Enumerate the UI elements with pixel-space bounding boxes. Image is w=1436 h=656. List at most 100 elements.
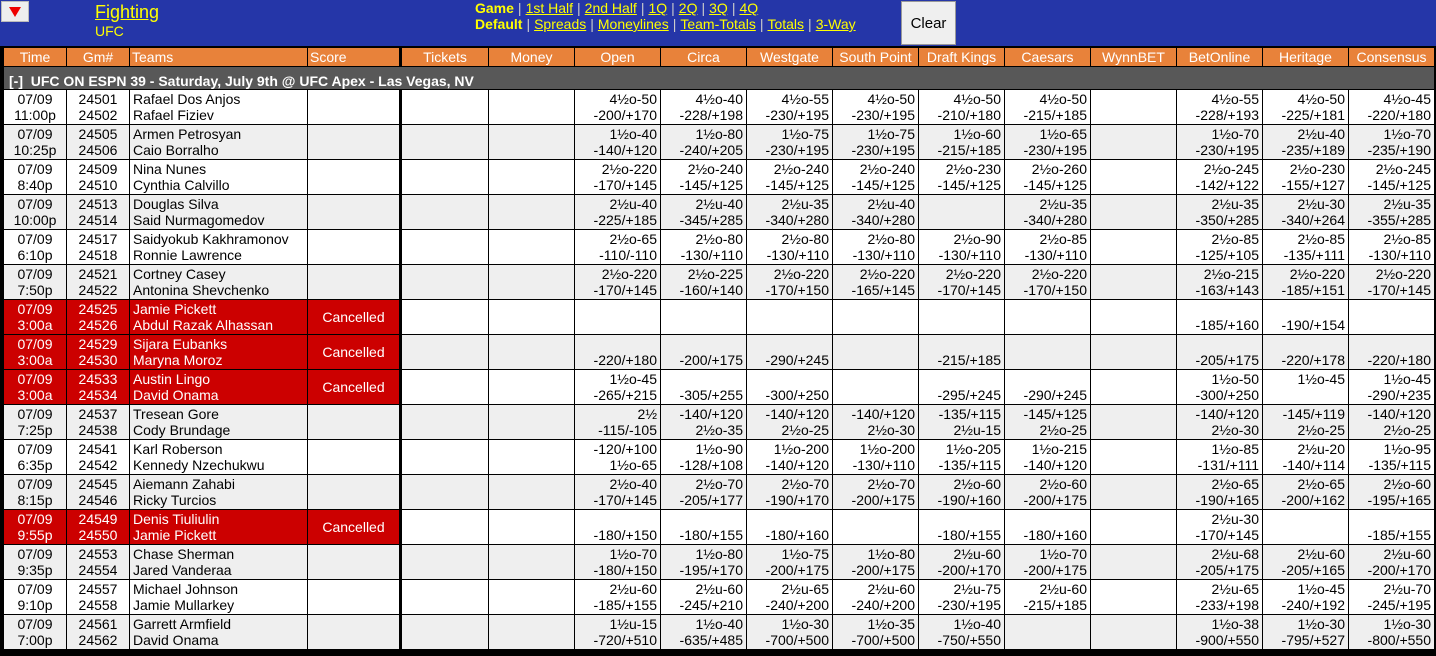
odds-wynnbet-bottom[interactable] bbox=[1094, 142, 1173, 158]
team-names-top[interactable]: Chase Sherman bbox=[133, 546, 304, 562]
odds-draft-kings-top[interactable]: -135/+115 bbox=[922, 406, 1001, 422]
odds-open-bottom[interactable]: -170/+145 bbox=[578, 282, 657, 298]
odds-heritage-bottom[interactable]: -185/+151 bbox=[1266, 282, 1345, 298]
odds-circa-bottom[interactable]: -345/+285 bbox=[664, 212, 743, 228]
odds-heritage[interactable]: -190/+154 bbox=[1262, 299, 1349, 335]
odds-south-point[interactable]: 1½o-75 -230/+195 bbox=[832, 124, 919, 160]
odds-south-point-bottom[interactable]: -200/+175 bbox=[836, 562, 915, 578]
odds-heritage[interactable]: 2½o-65 -200/+162 bbox=[1262, 474, 1349, 510]
odds-open[interactable] bbox=[574, 299, 661, 335]
odds-circa-bottom[interactable] bbox=[664, 317, 743, 333]
odds-south-point-top[interactable]: 4½o-50 bbox=[836, 91, 915, 107]
odds-wynnbet[interactable] bbox=[1090, 264, 1177, 300]
odds-wynnbet-top[interactable] bbox=[1094, 301, 1173, 317]
odds-heritage[interactable]: -220/+178 bbox=[1262, 334, 1349, 370]
odds-heritage-bottom[interactable]: 2½o-25 bbox=[1266, 422, 1345, 438]
odds-wynnbet-top[interactable] bbox=[1094, 546, 1173, 562]
odds-betonline-bottom[interactable]: -131/+111 bbox=[1180, 457, 1259, 473]
odds-consensus-bottom[interactable]: -145/+125 bbox=[1352, 177, 1431, 193]
odds-wynnbet[interactable] bbox=[1090, 614, 1177, 650]
odds-draft-kings-bottom[interactable]: -230/+195 bbox=[922, 597, 1001, 613]
odds-heritage-bottom[interactable] bbox=[1266, 527, 1345, 543]
odds-draft-kings-top[interactable]: 4½o-50 bbox=[922, 91, 1001, 107]
team-names[interactable]: Jamie Pickett Abdul Razak Alhassan bbox=[129, 299, 308, 335]
odds-circa-top[interactable] bbox=[664, 511, 743, 527]
col-game-number[interactable]: Gm# bbox=[66, 48, 130, 67]
odds-westgate[interactable]: 2½o-70 -190/+170 bbox=[746, 474, 833, 510]
odds-consensus-bottom[interactable]: -135/+115 bbox=[1352, 457, 1431, 473]
odds-consensus-top[interactable]: 2½o-85 bbox=[1352, 231, 1431, 247]
odds-circa-top[interactable] bbox=[664, 371, 743, 387]
odds-betonline[interactable]: 1½o-50 -300/+250 bbox=[1176, 369, 1263, 405]
odds-draft-kings-bottom[interactable]: -180/+155 bbox=[922, 527, 1001, 543]
team-names[interactable]: Michael Johnson Jamie Mullarkey bbox=[129, 579, 308, 615]
odds-consensus-bottom[interactable] bbox=[1352, 317, 1431, 333]
odds-circa-bottom[interactable]: -228/+198 bbox=[664, 107, 743, 123]
odds-consensus-bottom[interactable]: -195/+165 bbox=[1352, 492, 1431, 508]
odds-wynnbet[interactable] bbox=[1090, 509, 1177, 545]
odds-caesars-top[interactable]: 2½o-60 bbox=[1008, 476, 1087, 492]
odds-betonline-bottom[interactable]: -205/+175 bbox=[1180, 352, 1259, 368]
team-names-top[interactable]: Aiemann Zahabi bbox=[133, 476, 304, 492]
odds-draft-kings-bottom[interactable]: -295/+245 bbox=[922, 387, 1001, 403]
odds-open-bottom[interactable]: -720/+510 bbox=[578, 632, 657, 648]
odds-open-bottom[interactable]: -180/+150 bbox=[578, 562, 657, 578]
odds-circa[interactable]: -140/+120 2½o-35 bbox=[660, 404, 747, 440]
view-link-spreads[interactable]: Spreads bbox=[534, 16, 586, 32]
odds-betonline-top[interactable]: 2½o-245 bbox=[1180, 161, 1259, 177]
team-names[interactable]: Nina Nunes Cynthia Calvillo bbox=[129, 159, 308, 195]
team-names-bottom[interactable]: Cody Brundage bbox=[133, 422, 304, 438]
odds-south-point-top[interactable] bbox=[836, 511, 915, 527]
odds-westgate[interactable]: 1½o-75 -200/+175 bbox=[746, 544, 833, 580]
odds-westgate-bottom[interactable]: -190/+170 bbox=[750, 492, 829, 508]
odds-south-point[interactable] bbox=[832, 334, 919, 370]
odds-draft-kings-top[interactable] bbox=[922, 196, 1001, 212]
odds-westgate[interactable]: 1½o-75 -230/+195 bbox=[746, 124, 833, 160]
odds-wynnbet-top[interactable] bbox=[1094, 616, 1173, 632]
odds-draft-kings-top[interactable]: 2½u-75 bbox=[922, 581, 1001, 597]
odds-draft-kings[interactable]: 1½o-40 -750/+550 bbox=[918, 614, 1005, 650]
odds-draft-kings-bottom[interactable]: -135/+115 bbox=[922, 457, 1001, 473]
odds-caesars[interactable]: 2½u-60 -215/+185 bbox=[1004, 579, 1091, 615]
odds-open[interactable]: 1½u-15 -720/+510 bbox=[574, 614, 661, 650]
odds-caesars-bottom[interactable]: -290/+245 bbox=[1008, 387, 1087, 403]
odds-heritage-bottom[interactable]: -200/+162 bbox=[1266, 492, 1345, 508]
odds-south-point-bottom[interactable]: -200/+175 bbox=[836, 492, 915, 508]
odds-heritage[interactable]: 2½u-60 -205/+165 bbox=[1262, 544, 1349, 580]
odds-open[interactable]: 4½o-50 -200/+170 bbox=[574, 89, 661, 125]
odds-open-top[interactable]: 2½ bbox=[578, 406, 657, 422]
period-link-1st-half[interactable]: 1st Half bbox=[526, 0, 573, 16]
odds-consensus[interactable]: -220/+180 bbox=[1348, 334, 1435, 370]
odds-draft-kings[interactable] bbox=[918, 299, 1005, 335]
team-names-top[interactable]: Rafael Dos Anjos bbox=[133, 91, 304, 107]
odds-consensus-bottom[interactable]: -800/+550 bbox=[1352, 632, 1431, 648]
odds-consensus-bottom[interactable]: -220/+180 bbox=[1352, 107, 1431, 123]
odds-draft-kings-bottom[interactable]: -210/+180 bbox=[922, 107, 1001, 123]
odds-open-top[interactable]: 1½o-70 bbox=[578, 546, 657, 562]
team-names[interactable]: Sijara Eubanks Maryna Moroz bbox=[129, 334, 308, 370]
odds-draft-kings-bottom[interactable]: -215/+185 bbox=[922, 142, 1001, 158]
odds-betonline-top[interactable]: 1½o-85 bbox=[1180, 441, 1259, 457]
odds-caesars[interactable]: 1½o-65 -230/+195 bbox=[1004, 124, 1091, 160]
odds-caesars-top[interactable] bbox=[1008, 616, 1087, 632]
odds-westgate-top[interactable]: 1½o-30 bbox=[750, 616, 829, 632]
odds-south-point-top[interactable]: 2½o-80 bbox=[836, 231, 915, 247]
odds-wynnbet-top[interactable] bbox=[1094, 161, 1173, 177]
odds-circa-top[interactable]: -140/+120 bbox=[664, 406, 743, 422]
odds-draft-kings[interactable]: 4½o-50 -210/+180 bbox=[918, 89, 1005, 125]
team-names-bottom[interactable]: Caio Borralho bbox=[133, 142, 304, 158]
odds-consensus[interactable]: 1½o-30 -800/+550 bbox=[1348, 614, 1435, 650]
odds-circa-top[interactable]: 1½o-80 bbox=[664, 126, 743, 142]
odds-consensus-top[interactable]: -140/+120 bbox=[1352, 406, 1431, 422]
odds-circa[interactable]: 2½o-70 -205/+177 bbox=[660, 474, 747, 510]
col-open[interactable]: Open bbox=[574, 48, 661, 67]
odds-consensus-top[interactable]: 2½u-60 bbox=[1352, 546, 1431, 562]
odds-open-bottom[interactable]: -225/+185 bbox=[578, 212, 657, 228]
odds-caesars[interactable] bbox=[1004, 334, 1091, 370]
odds-heritage-top[interactable]: 2½u-30 bbox=[1266, 196, 1345, 212]
odds-circa-bottom[interactable]: -128/+108 bbox=[664, 457, 743, 473]
odds-westgate[interactable]: 1½o-200 -140/+120 bbox=[746, 439, 833, 475]
view-link-team-totals[interactable]: Team-Totals bbox=[680, 16, 755, 32]
odds-caesars-bottom[interactable]: -130/+110 bbox=[1008, 247, 1087, 263]
odds-consensus-top[interactable]: 2½o-60 bbox=[1352, 476, 1431, 492]
